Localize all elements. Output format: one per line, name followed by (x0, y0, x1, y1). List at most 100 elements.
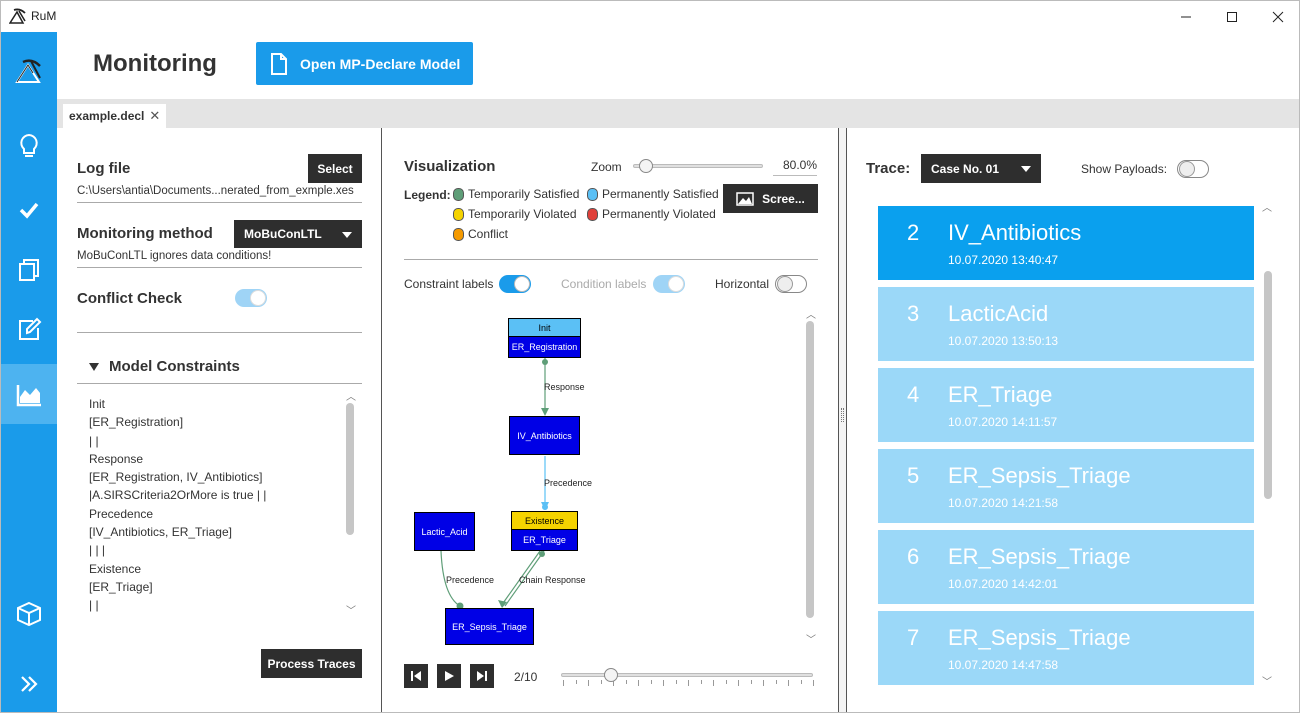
slider-tick (813, 680, 814, 686)
close-window-button[interactable] (1255, 1, 1299, 32)
constraint-line: Existence (89, 561, 142, 576)
slider-tick (663, 680, 664, 686)
show-payloads-toggle[interactable] (1177, 160, 1209, 178)
chevron-down-icon (1021, 166, 1031, 172)
scroll-down-icon[interactable]: ﹀ (346, 602, 356, 617)
event-name: LacticAcid (948, 301, 1049, 326)
open-model-button[interactable]: Open MP-Declare Model (256, 42, 473, 85)
graph-scrollbar[interactable] (806, 321, 814, 618)
scroll-up-icon[interactable]: ︿ (806, 306, 816, 321)
monitoring-method-select[interactable]: MoBuConLTL (234, 220, 362, 248)
play-icon (445, 671, 454, 681)
legend-label: Legend: (404, 188, 451, 202)
sidebar-expand[interactable] (1, 654, 57, 712)
step-slider[interactable] (561, 673, 813, 677)
constraint-graph[interactable]: Init ER_Registration Response IV_Antibio… (403, 306, 803, 646)
trace-event-item[interactable]: 3 LacticAcid 10.07.2020 13:50:13 (878, 287, 1254, 361)
constraint-line: [ER_Registration] (89, 415, 184, 430)
scroll-down-icon[interactable]: ﹀ (1262, 673, 1272, 688)
node-er-sepsis-triage[interactable]: ER_Sepsis_Triage (445, 608, 534, 645)
panel-splitter[interactable] (838, 128, 847, 712)
page-title: Monitoring (93, 50, 217, 77)
sidebar-item-discovery[interactable] (1, 116, 57, 176)
log-file-label: Log file (77, 160, 131, 177)
event-name: ER_Triage (948, 382, 1053, 407)
toggle-knob (250, 290, 266, 306)
event-timestamp: 10.07.2020 14:42:01 (948, 577, 1059, 591)
checkmark-icon (19, 202, 39, 219)
constraint-labels-toggle[interactable] (499, 275, 531, 293)
slider-tick (588, 680, 589, 686)
step-slider-ticks (563, 680, 814, 686)
window-title: RuM (31, 9, 57, 23)
scroll-down-icon[interactable]: ﹀ (806, 631, 816, 646)
sidebar-item-home[interactable] (1, 40, 57, 100)
legend-conflict: Conflict (453, 227, 508, 241)
screenshot-button[interactable]: Scree... (723, 184, 818, 213)
edge-label-chain-response: Chain Response (519, 575, 586, 585)
skip-forward-icon (477, 671, 487, 681)
legend-swatch (453, 207, 464, 221)
trace-event-item[interactable]: 2 IV_Antibiotics 10.07.2020 13:40:47 (878, 206, 1254, 280)
collapse-triangle-icon[interactable] (89, 363, 99, 371)
event-number: 5 (907, 463, 920, 488)
tab-example-decl[interactable]: example.decl ✕ (63, 104, 167, 128)
edit-icon (19, 317, 42, 340)
node-er-triage[interactable]: Existence ER_Triage (511, 511, 578, 551)
title-bar: RuM (1, 1, 1299, 32)
trace-select[interactable]: Case No. 01 (921, 154, 1041, 183)
constraints-scrollbar[interactable] (346, 403, 354, 535)
legend-swatch (587, 207, 598, 221)
constraints-list[interactable]: Init [ER_Registration] | | Response [ER_… (77, 386, 362, 618)
constraint-line: | | (89, 598, 99, 613)
select-log-button[interactable]: Select (308, 154, 362, 183)
constraint-line: Init (89, 397, 106, 411)
conflict-check-toggle[interactable] (235, 289, 267, 307)
maximize-button[interactable] (1209, 1, 1255, 32)
sidebar-item-monitoring[interactable] (1, 364, 57, 424)
chevron-down-icon (342, 232, 352, 238)
event-name: ER_Sepsis_Triage (948, 625, 1131, 650)
horizontal-toggle[interactable] (775, 275, 807, 293)
show-payloads-label: Show Payloads: (1081, 162, 1168, 176)
process-traces-button[interactable]: Process Traces (261, 649, 362, 678)
trace-value: Case No. 01 (931, 161, 1000, 176)
trace-event-item[interactable]: 4 ER_Triage 10.07.2020 14:11:57 (878, 368, 1254, 442)
play-button[interactable] (437, 664, 461, 688)
trace-scrollbar[interactable] (1264, 271, 1272, 499)
minimize-button[interactable] (1163, 1, 1209, 32)
event-timestamp: 10.07.2020 14:47:58 (948, 658, 1059, 672)
monitoring-method-label: Monitoring method (77, 225, 213, 242)
trace-event-item[interactable]: 5 ER_Sepsis_Triage 10.07.2020 14:21:58 (878, 449, 1254, 523)
sidebar-item-model[interactable] (1, 584, 57, 644)
event-name: ER_Sepsis_Triage (948, 544, 1131, 569)
trace-panel: Trace: Case No. 01 Show Payloads: 2 IV_A… (847, 128, 1299, 712)
sidebar-item-conformance[interactable] (1, 180, 57, 240)
next-step-button[interactable] (470, 664, 494, 688)
previous-step-button[interactable] (404, 664, 428, 688)
condition-labels-toggle[interactable] (653, 275, 685, 293)
sidebar-item-generation[interactable] (1, 240, 57, 300)
node-lactic-acid[interactable]: Lactic_Acid (414, 512, 475, 551)
tab-strip: example.decl ✕ (57, 99, 1299, 128)
slider-tick (675, 680, 677, 684)
trace-event-item[interactable]: 7 ER_Sepsis_Triage 10.07.2020 14:47:58 (878, 611, 1254, 685)
trace-event-item[interactable]: 6 ER_Sepsis_Triage 10.07.2020 14:42:01 (878, 530, 1254, 604)
toggle-knob (514, 276, 530, 292)
toggle-knob (777, 276, 793, 292)
scroll-up-icon[interactable]: ︿ (1262, 199, 1272, 214)
screenshot-label: Scree... (762, 191, 805, 206)
node-er-registration[interactable]: Init ER_Registration (508, 318, 581, 358)
expand-chevrons-icon (21, 676, 38, 692)
scroll-up-icon[interactable]: ︿ (346, 388, 356, 403)
legend-swatch (587, 187, 598, 201)
zoom-slider-thumb[interactable] (639, 159, 653, 173)
sidebar-item-editor[interactable] (1, 300, 57, 360)
node-iv-antibiotics[interactable]: IV_Antibiotics (509, 416, 580, 455)
edge-label-precedence: Precedence (544, 478, 593, 488)
slider-tick (738, 680, 739, 686)
divider (404, 259, 818, 260)
edge-arrowhead (498, 600, 507, 608)
close-tab-icon[interactable]: ✕ (149, 108, 160, 124)
event-number: 2 (907, 220, 920, 245)
